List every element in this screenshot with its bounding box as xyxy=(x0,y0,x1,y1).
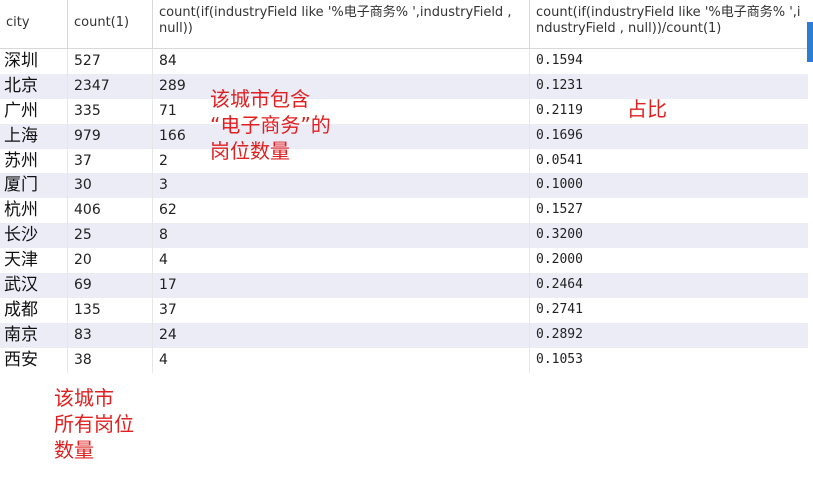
cell-city[interactable]: 上海 xyxy=(0,123,68,149)
table-row[interactable]: 厦门 30 3 0.1000 xyxy=(0,173,808,199)
cell-city[interactable]: 天津 xyxy=(0,248,68,274)
cell-match-count[interactable]: 3 xyxy=(153,173,530,199)
cell-count[interactable]: 135 xyxy=(68,297,153,323)
column-header-ratio[interactable]: count(if(industryField like '%电子商务% ',in… xyxy=(530,0,808,48)
annotation-line: 数量 xyxy=(54,438,94,462)
column-header-count[interactable]: count(1) xyxy=(68,0,153,48)
cell-ratio[interactable]: 0.1696 xyxy=(530,124,808,149)
cell-ratio[interactable]: 0.2000 xyxy=(530,248,808,273)
result-grid: city count(1) count(if(industryField lik… xyxy=(0,0,808,373)
cell-ratio[interactable]: 0.0541 xyxy=(530,149,808,174)
table-row[interactable]: 西安 38 4 0.1053 xyxy=(0,347,808,373)
cell-ratio[interactable]: 0.1231 xyxy=(530,74,808,99)
cell-ratio[interactable]: 0.1594 xyxy=(530,49,808,74)
cell-ratio[interactable]: 0.2464 xyxy=(530,273,808,298)
annotation-line: “电子商务”的 xyxy=(210,113,331,137)
cell-city[interactable]: 苏州 xyxy=(0,148,68,174)
scrollbar-thumb[interactable] xyxy=(807,22,813,62)
column-header-city[interactable]: city xyxy=(0,0,68,48)
annotation-line: 岗位数量 xyxy=(210,139,290,163)
cell-city[interactable]: 北京 xyxy=(0,73,68,99)
cell-city[interactable]: 广州 xyxy=(0,98,68,124)
table-row[interactable]: 深圳 527 84 0.1594 xyxy=(0,49,808,74)
cell-count[interactable]: 37 xyxy=(68,148,153,174)
grid-body: 深圳 527 84 0.1594 北京 2347 289 0.1231 广州 335 71 0.211… xyxy=(0,49,808,373)
cell-ratio[interactable]: 0.2119 xyxy=(530,99,808,124)
cell-city[interactable]: 成都 xyxy=(0,297,68,323)
cell-match-count[interactable]: 8 xyxy=(153,223,530,249)
cell-count[interactable]: 335 xyxy=(68,98,153,124)
cell-city[interactable]: 南京 xyxy=(0,322,68,348)
table-row[interactable]: 苏州 37 2 0.0541 xyxy=(0,148,808,174)
table-row[interactable]: 广州 335 71 0.2119 xyxy=(0,98,808,124)
cell-ratio[interactable]: 0.1527 xyxy=(530,198,808,223)
table-row[interactable]: 长沙 25 8 0.3200 xyxy=(0,223,808,249)
cell-match-count[interactable]: 37 xyxy=(153,297,530,323)
cell-count[interactable]: 2347 xyxy=(68,73,153,99)
cell-count[interactable]: 38 xyxy=(68,347,153,373)
table-row[interactable]: 上海 979 166 0.1696 xyxy=(0,123,808,149)
annotation-line: 占比 xyxy=(627,97,667,121)
cell-ratio[interactable]: 0.2892 xyxy=(530,323,808,348)
cell-count[interactable]: 406 xyxy=(68,198,153,224)
cell-ratio[interactable]: 0.1053 xyxy=(530,348,808,373)
cell-city[interactable]: 厦门 xyxy=(0,173,68,199)
cell-count[interactable]: 979 xyxy=(68,123,153,149)
table-row[interactable]: 北京 2347 289 0.1231 xyxy=(0,73,808,99)
cell-match-count[interactable]: 4 xyxy=(153,248,530,274)
annotation-line: 该城市 xyxy=(54,386,114,410)
cell-match-count[interactable]: 4 xyxy=(153,347,530,373)
table-row[interactable]: 杭州 406 62 0.1527 xyxy=(0,198,808,224)
annotation-match-count: 该城市包含 “电子商务”的 岗位数量 xyxy=(210,86,331,164)
annotation-line: 所有岗位 xyxy=(54,412,134,436)
cell-city[interactable]: 长沙 xyxy=(0,223,68,249)
cell-city[interactable]: 杭州 xyxy=(0,198,68,224)
annotation-ratio: 占比 xyxy=(627,96,667,122)
cell-count[interactable]: 20 xyxy=(68,248,153,274)
table-row[interactable]: 武汉 69 17 0.2464 xyxy=(0,273,808,298)
cell-city[interactable]: 武汉 xyxy=(0,273,68,298)
cell-city[interactable]: 西安 xyxy=(0,347,68,373)
table-row[interactable]: 天津 20 4 0.2000 xyxy=(0,248,808,274)
cell-count[interactable]: 25 xyxy=(68,223,153,249)
cell-city[interactable]: 深圳 xyxy=(0,49,68,74)
column-header-match-count[interactable]: count(if(industryField like '%电子商务% ',in… xyxy=(153,0,530,48)
cell-ratio[interactable]: 0.2741 xyxy=(530,298,808,323)
annotation-total-count: 该城市 所有岗位 数量 xyxy=(54,385,134,463)
grid-header: city count(1) count(if(industryField lik… xyxy=(0,0,808,49)
cell-count[interactable]: 30 xyxy=(68,173,153,199)
cell-match-count[interactable]: 62 xyxy=(153,198,530,224)
cell-count[interactable]: 83 xyxy=(68,322,153,348)
table-row[interactable]: 成都 135 37 0.2741 xyxy=(0,297,808,323)
annotation-line: 该城市包含 xyxy=(210,87,310,111)
cell-match-count[interactable]: 84 xyxy=(153,49,530,74)
cell-ratio[interactable]: 0.1000 xyxy=(530,173,808,198)
table-row[interactable]: 南京 83 24 0.2892 xyxy=(0,322,808,348)
cell-count[interactable]: 527 xyxy=(68,49,153,74)
cell-match-count[interactable]: 17 xyxy=(153,273,530,298)
cell-match-count[interactable]: 24 xyxy=(153,322,530,348)
cell-count[interactable]: 69 xyxy=(68,273,153,298)
cell-ratio[interactable]: 0.3200 xyxy=(530,223,808,248)
